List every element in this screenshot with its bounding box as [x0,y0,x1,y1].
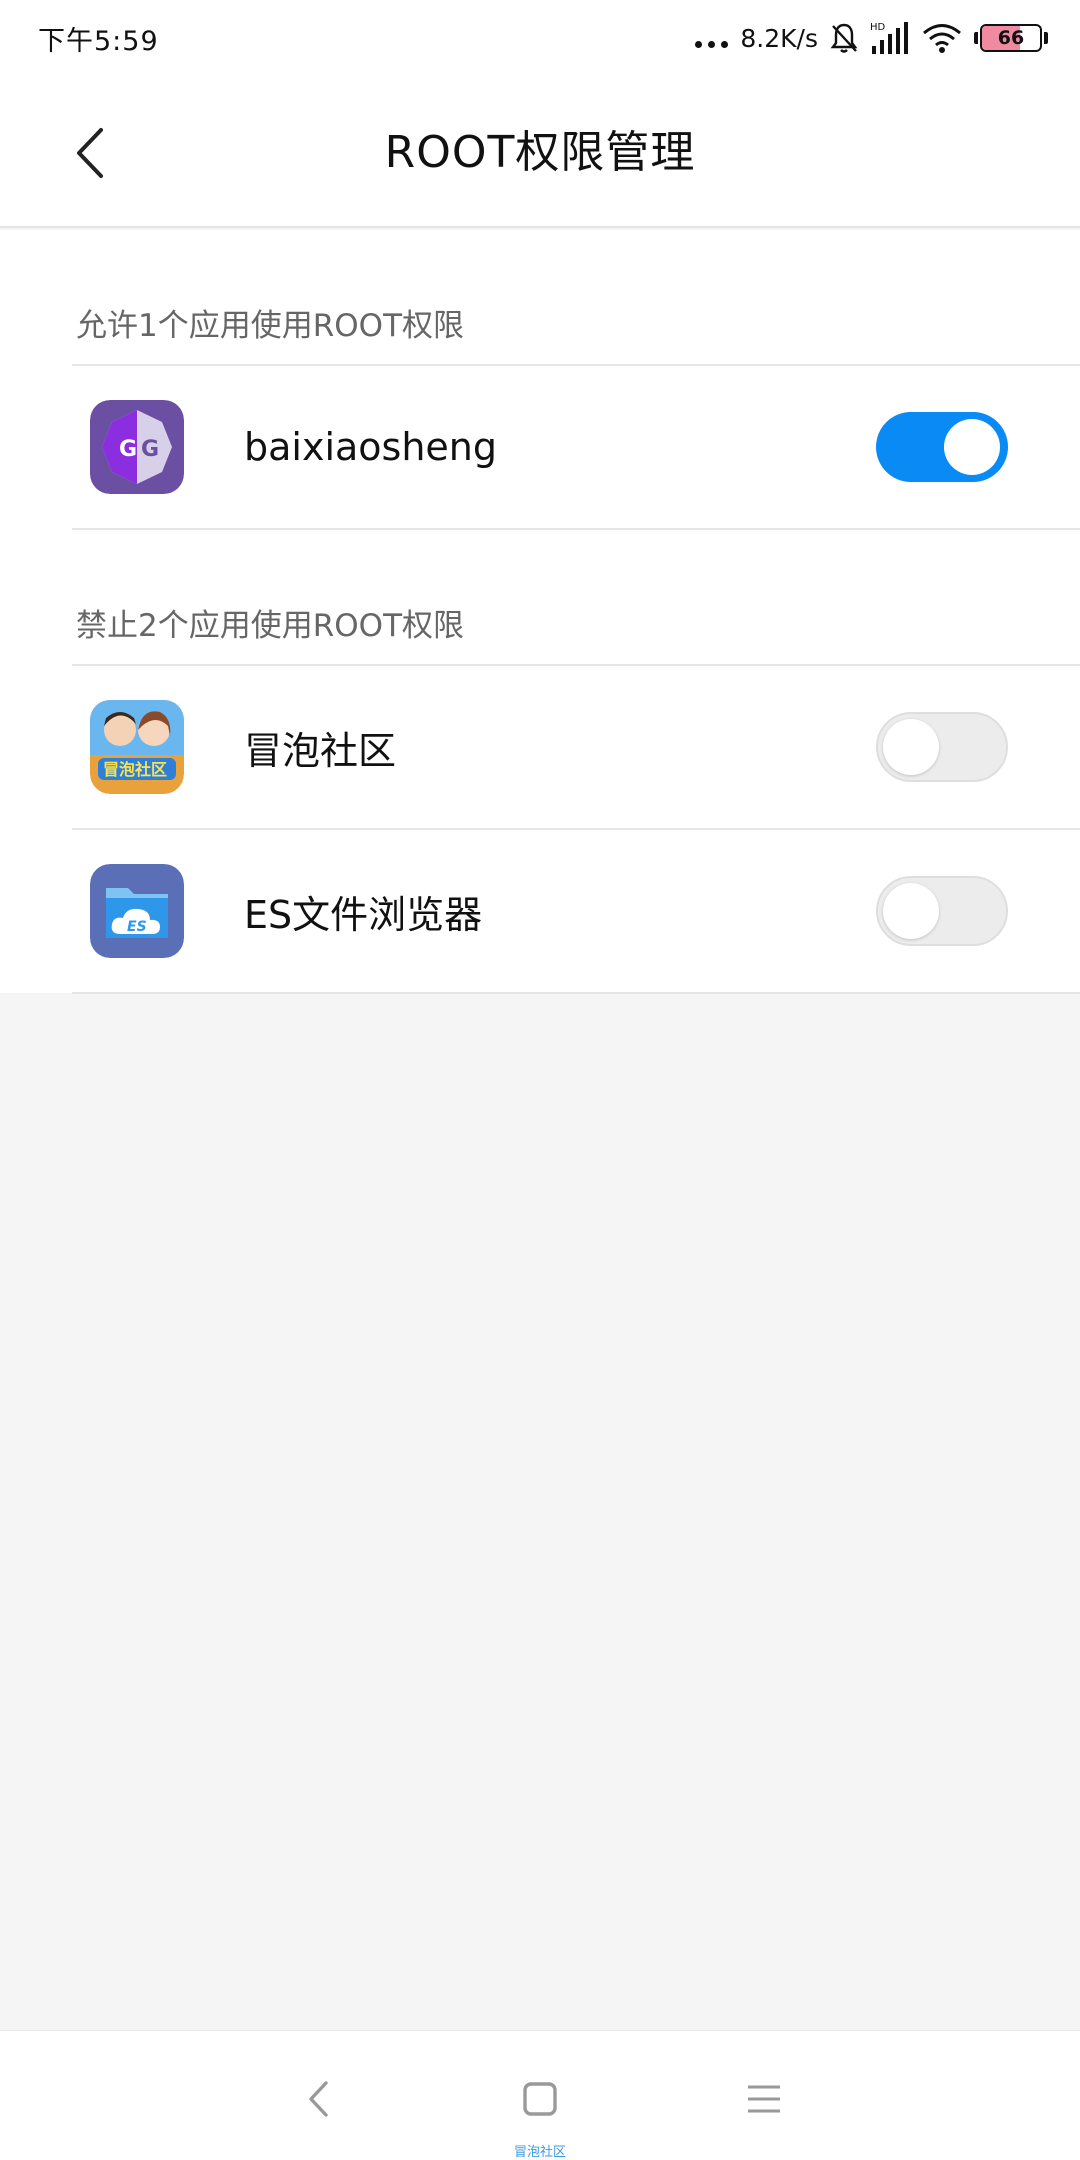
root-toggle-switch[interactable] [876,712,1008,782]
divider [72,528,1080,530]
allowed-section-label: 允许1个应用使用ROOT权限 [76,308,464,344]
list-item-es-file-explorer[interactable]: ES ES文件浏览器 [72,830,1080,992]
wifi-icon [922,22,962,54]
bell-mute-icon [830,22,858,54]
back-icon [309,2081,328,2117]
maopao-icon: 冒泡社区 [90,700,184,794]
root-toggle-switch[interactable] [876,876,1008,946]
battery-level: 66 [997,27,1025,49]
nav-home-button[interactable] [510,2069,570,2129]
gameguardian-icon: G G [90,400,184,494]
status-icons: 8.2K/s HD 66 [695,20,1048,56]
svg-text:G: G [141,437,159,462]
toggle-knob [883,883,939,939]
network-type-label: HD [870,22,886,33]
watermark: 冒泡社区 [513,2145,566,2160]
signal-icon: HD [870,20,910,56]
page-title: ROOT权限管理 [384,127,696,178]
toggle-knob [944,419,1000,475]
es-file-explorer-icon: ES [90,864,184,958]
denied-section-label: 禁止2个应用使用ROOT权限 [76,608,464,644]
more-dots-icon [695,28,729,48]
status-bar: 下午5:59 8.2K/s HD 66 [0,0,1080,76]
battery-icon: 66 [980,24,1042,52]
home-icon [523,2082,557,2116]
svg-text:G: G [119,437,137,462]
divider [72,992,1080,994]
root-permission-list: 允许1个应用使用ROOT权限 G G baixiaosheng 禁止2个应用使用… [0,230,1080,994]
toggle-knob [883,719,939,775]
status-time: 下午5:59 [38,25,159,57]
net-speed: 8.2K/s [740,23,818,53]
app-header: ROOT权限管理 [0,76,1080,228]
nav-back-button[interactable] [288,2069,348,2129]
app-name: baixiaosheng [244,425,498,469]
svg-text:冒泡社区: 冒泡社区 [103,760,167,779]
list-item-maopao[interactable]: 冒泡社区 冒泡社区 [72,666,1080,828]
app-name: 冒泡社区 [244,728,397,773]
svg-text:ES: ES [127,919,147,935]
system-nav-bar: 冒泡社区 [0,2030,1080,2160]
menu-icon [748,2085,780,2113]
app-name: ES文件浏览器 [244,892,483,937]
nav-menu-button[interactable] [734,2069,794,2129]
root-toggle-switch[interactable] [876,412,1008,482]
list-item-baixiaosheng[interactable]: G G baixiaosheng [72,366,1080,528]
battery-left-cap [974,32,978,44]
battery-right-cap [1044,32,1048,44]
